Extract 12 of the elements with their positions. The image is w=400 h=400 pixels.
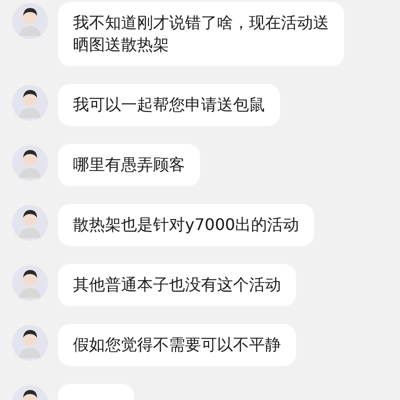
avatar-icon xyxy=(12,265,48,301)
message-bubble: 散热架也是针对y7000出的活动 xyxy=(58,204,314,246)
message-bubble: 假如您觉得不需要可以不平静 xyxy=(58,324,296,366)
message-bubble: 我可以一起帮您申请送包鼠 xyxy=(58,84,280,126)
message-bubble: 其他普通本子也没有这个活动 xyxy=(58,264,296,306)
avatar-icon xyxy=(12,3,48,39)
message-bubble: 哪里有愚弄顾客 xyxy=(58,144,200,186)
avatar-icon xyxy=(12,85,48,121)
avatar-icon xyxy=(12,145,48,181)
avatar-icon xyxy=(12,325,48,361)
avatar-icon xyxy=(12,205,48,241)
message-bubble: 我不知道刚才说错了啥，现在活动送晒图送散热架 xyxy=(58,2,344,66)
